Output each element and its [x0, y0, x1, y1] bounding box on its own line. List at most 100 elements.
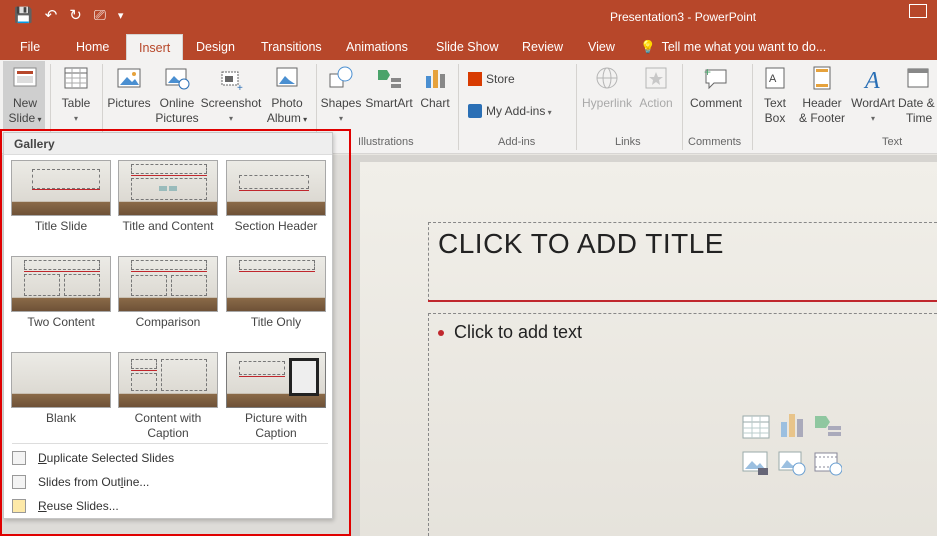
wordart-button[interactable]: A WordArt ▾ [848, 64, 898, 126]
tab-insert[interactable]: Insert [126, 34, 184, 60]
comment-button[interactable]: + Comment [686, 64, 746, 111]
date-time-button[interactable]: Date & Time [898, 64, 937, 126]
layout-title-and-content[interactable]: Title and Content [118, 160, 218, 234]
layout-title-only[interactable]: Title Only [226, 256, 326, 330]
tell-me-text: Tell me what you want to do... [661, 40, 827, 54]
header-footer-icon [813, 66, 831, 90]
layout-content-with-caption[interactable]: Content with Caption [118, 352, 218, 441]
tab-review[interactable]: Review [522, 34, 563, 60]
insert-video-icon[interactable] [814, 450, 842, 476]
smartart-button[interactable]: SmartArt [364, 64, 414, 111]
redo-icon[interactable]: ↻ [69, 6, 82, 26]
hyperlink-icon [596, 67, 618, 89]
table-label: Table [61, 96, 91, 110]
insert-chart-icon[interactable] [778, 412, 806, 438]
content-placeholder[interactable] [428, 313, 937, 536]
addins-group-label: Add-ins [498, 136, 536, 148]
pictures-icon [117, 68, 141, 88]
new-slide-icon [13, 67, 37, 87]
title-placeholder-text: CLICK TO ADD TITLE [438, 228, 724, 259]
layout-thumbnail [118, 160, 218, 216]
content-placeholder-text: Click to add text [454, 322, 583, 342]
gallery-header: Gallery [4, 133, 332, 155]
outline-post: ine... [123, 475, 150, 489]
insert-online-picture-icon[interactable] [778, 450, 806, 476]
slides-from-outline-item[interactable]: Slides from Outline... [12, 475, 149, 489]
layout-blank[interactable]: Blank [11, 352, 111, 426]
layout-label: Title Slide [34, 219, 88, 233]
present-from-start-icon[interactable]: ⎚ [94, 6, 106, 26]
layout-thumbnail [226, 352, 326, 408]
illustrations-group-label: Illustrations [358, 136, 414, 148]
screenshot-button[interactable]: + Screenshot ▾ [200, 64, 262, 126]
text-box-icon: A [765, 67, 785, 89]
separator [576, 64, 577, 150]
tab-transitions[interactable]: Transitions [261, 34, 322, 60]
insert-picture-icon[interactable] [742, 450, 770, 476]
tab-view[interactable]: View [588, 34, 615, 60]
pictures-button[interactable]: Pictures [106, 64, 152, 111]
text-box-label-1: Text [763, 96, 786, 110]
duplicate-accel: D [38, 451, 47, 465]
layout-label: Section Header [234, 219, 318, 233]
table-icon [64, 67, 88, 89]
chart-button[interactable]: Chart [416, 64, 454, 111]
layout-picture-with-caption[interactable]: Picture with Caption [226, 352, 326, 441]
wordart-label: WordArt [851, 96, 895, 110]
shapes-button[interactable]: Shapes ▾ [320, 64, 362, 126]
layout-label-2: Caption [147, 426, 189, 440]
save-icon[interactable]: 💾 [14, 6, 33, 26]
screenshot-icon: + [221, 71, 243, 92]
layout-thumbnail [11, 256, 111, 312]
layout-label: Title Only [250, 315, 302, 329]
header-footer-button[interactable]: Header & Footer [796, 64, 848, 126]
layout-thumbnail [118, 352, 218, 408]
tab-design[interactable]: Design [196, 34, 235, 60]
layout-section-header[interactable]: Section Header [226, 160, 326, 234]
ribbon-display-options-icon[interactable] [909, 4, 927, 18]
duplicate-slides-icon [12, 451, 26, 465]
screenshot-label: Screenshot [200, 96, 262, 110]
customize-qat-icon[interactable]: ▾ [118, 6, 124, 26]
tell-me-box[interactable]: 💡 Tell me what you want to do... [640, 34, 826, 60]
online-pictures-label-1: Online [159, 96, 195, 110]
table-button[interactable]: Table ▾ [56, 64, 96, 126]
comments-group-label: Comments [688, 136, 742, 148]
title-underline [428, 300, 937, 302]
photo-album-button[interactable]: Photo Album ▾ [262, 64, 312, 127]
tab-slide-show[interactable]: Slide Show [436, 34, 499, 60]
smartart-label: SmartArt [365, 96, 413, 110]
layout-thumbnail [226, 256, 326, 312]
hyperlink-button[interactable]: Hyperlink [580, 64, 634, 111]
my-addins-button[interactable]: My Add-ins ▾ [468, 104, 568, 120]
online-pictures-button[interactable]: Online Pictures [154, 64, 200, 126]
store-button[interactable]: Store [468, 72, 538, 87]
insert-table-icon[interactable] [742, 414, 770, 440]
store-label: Store [486, 72, 515, 86]
window-title: Presentation3 - PowerPoint [610, 10, 757, 24]
svg-text:A: A [769, 73, 777, 85]
online-pictures-label-2: Pictures [155, 111, 199, 125]
reuse-accel: R [38, 499, 47, 513]
layout-comparison[interactable]: Comparison [118, 256, 218, 330]
layout-two-content[interactable]: Two Content [11, 256, 111, 330]
date-time-label-2: Time [906, 111, 933, 125]
separator [682, 64, 683, 150]
tab-animations[interactable]: Animations [346, 34, 408, 60]
insert-smartart-icon[interactable] [814, 414, 842, 440]
duplicate-selected-slides-item[interactable]: Duplicate Selected Slides [12, 451, 174, 465]
reuse-slides-item[interactable]: Reuse Slides... [12, 499, 119, 513]
layout-title-slide[interactable]: Title Slide [11, 160, 111, 234]
layout-thumbnail [118, 256, 218, 312]
layout-thumbnail [226, 160, 326, 216]
layout-label: Title and Content [122, 219, 214, 233]
new-slide-button[interactable]: New Slide ▾ [4, 64, 46, 127]
layout-label-1: Picture with [244, 411, 308, 425]
action-button[interactable]: Action [634, 64, 678, 111]
tab-file[interactable]: File [20, 34, 40, 60]
text-box-button[interactable]: A Text Box [756, 64, 794, 126]
undo-icon[interactable]: ↶ [45, 6, 58, 26]
tab-home[interactable]: Home [76, 34, 109, 60]
layout-label: Comparison [135, 315, 201, 329]
header-footer-label-1: Header [802, 96, 842, 110]
